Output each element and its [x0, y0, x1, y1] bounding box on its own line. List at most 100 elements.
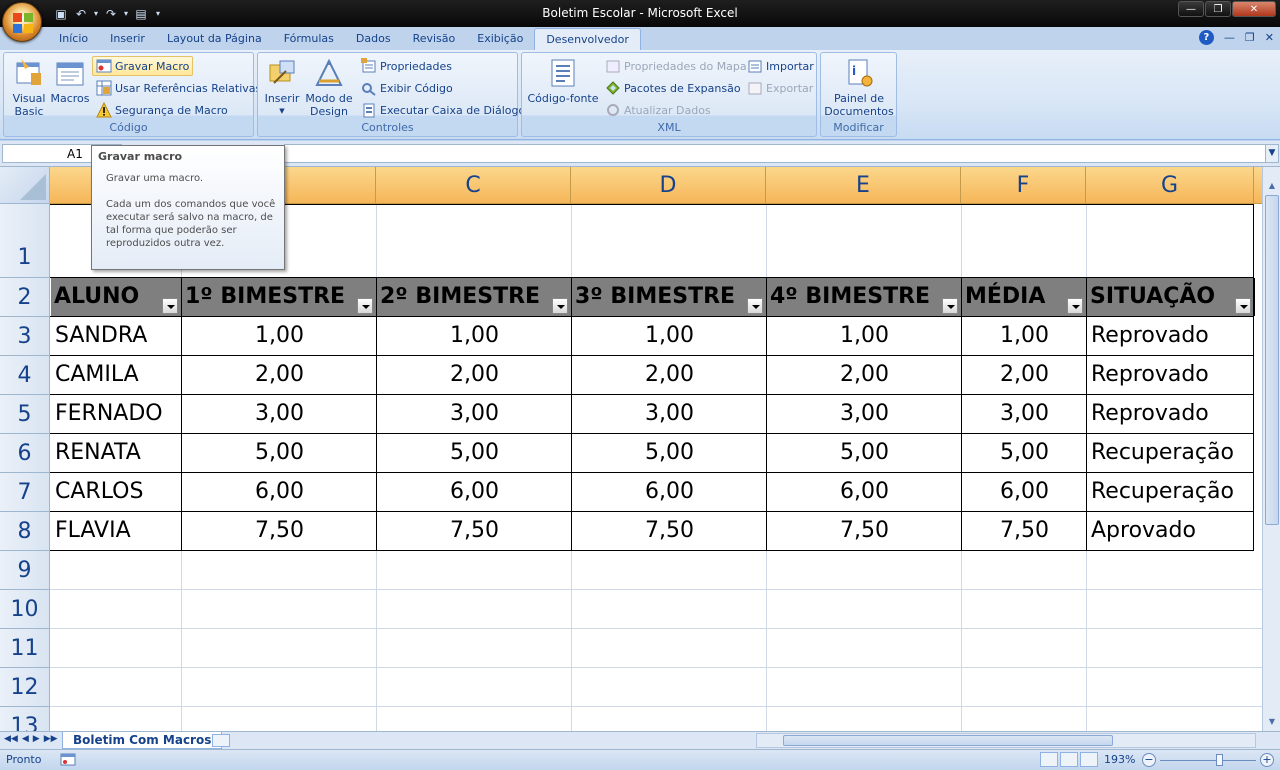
doc-minimize-icon[interactable]: — — [1224, 31, 1235, 44]
cell-4-bimestre[interactable]: 6,00 — [767, 473, 961, 511]
tab-exibicao[interactable]: Exibição — [466, 28, 534, 50]
cell-3-bimestre[interactable]: 6,00 — [572, 473, 766, 511]
macro-recording-icon[interactable] — [60, 753, 76, 766]
modo-de-design-button[interactable]: Modo de Design — [304, 57, 354, 118]
expand-formula-bar-icon[interactable]: ▼ — [1265, 144, 1279, 163]
column-header-f[interactable]: F — [961, 167, 1086, 204]
zoom-in-icon[interactable]: + — [1260, 753, 1274, 767]
propriedades-do-mapa-button[interactable]: Propriedades do Mapa — [602, 56, 750, 76]
cell-2-bimestre[interactable]: 6,00 — [377, 473, 571, 511]
minimize-button[interactable]: — — [1178, 1, 1204, 17]
row-header-8[interactable]: 8 — [0, 512, 50, 551]
cell-2-bimestre[interactable]: 2,00 — [377, 356, 571, 394]
doc-restore-icon[interactable]: ❐ — [1245, 31, 1255, 44]
cell-1-bimestre[interactable]: 1,00 — [182, 317, 376, 355]
table-header-2-bimestre[interactable]: 2º BIMESTRE — [377, 278, 572, 316]
cell-4-bimestre[interactable]: 7,50 — [767, 512, 961, 550]
row-header-6[interactable]: 6 — [0, 434, 50, 473]
filter-dropdown-icon[interactable] — [942, 298, 958, 314]
column-header-g[interactable]: G — [1086, 167, 1254, 204]
row-header-4[interactable]: 4 — [0, 356, 50, 395]
executar-caixa-de-dialogo-button[interactable]: Executar Caixa de Diálogo — [358, 100, 528, 120]
row-header-13[interactable]: 13 — [0, 707, 50, 731]
propriedades-button[interactable]: Propriedades — [358, 56, 455, 76]
pacotes-de-expansao-button[interactable]: Pacotes de Expansão — [602, 78, 744, 98]
cell-1-bimestre[interactable]: 6,00 — [182, 473, 376, 511]
row-header-7[interactable]: 7 — [0, 473, 50, 512]
cell-situacao[interactable]: Aprovado — [1087, 512, 1253, 550]
restore-button[interactable]: ❐ — [1205, 1, 1231, 17]
exportar-button[interactable]: Exportar — [744, 78, 816, 98]
cell-3-bimestre[interactable]: 3,00 — [572, 395, 766, 433]
cell-1-bimestre[interactable]: 3,00 — [182, 395, 376, 433]
cell-media[interactable]: 6,00 — [962, 473, 1086, 511]
cell-situacao[interactable]: Recuperação — [1087, 473, 1253, 511]
page-layout-view-icon[interactable] — [1060, 752, 1078, 767]
cell-1-bimestre[interactable]: 2,00 — [182, 356, 376, 394]
cell-media[interactable]: 7,50 — [962, 512, 1086, 550]
column-header-c[interactable]: C — [376, 167, 571, 204]
tab-revisao[interactable]: Revisão — [402, 28, 467, 50]
zoom-level[interactable]: 193% — [1104, 753, 1135, 766]
page-break-view-icon[interactable] — [1080, 752, 1098, 767]
filter-dropdown-icon[interactable] — [162, 298, 178, 314]
seguranca-de-macro-button[interactable]: Segurança de Macro — [93, 100, 231, 120]
gravar-macro-button[interactable]: Gravar Macro — [92, 56, 194, 76]
inserir-control-button[interactable]: Inserir ▼ — [262, 57, 302, 118]
insert-sheet-icon[interactable] — [212, 734, 230, 747]
cell-situacao[interactable]: Reprovado — [1087, 317, 1253, 355]
cell-situacao[interactable]: Reprovado — [1087, 356, 1253, 394]
cell-aluno[interactable]: SANDRA — [51, 317, 181, 355]
row-header-12[interactable]: 12 — [0, 668, 50, 707]
vertical-scroll-thumb[interactable] — [1265, 195, 1279, 525]
cell-situacao[interactable]: Recuperação — [1087, 434, 1253, 472]
cell-aluno[interactable]: CARLOS — [51, 473, 181, 511]
cell-4-bimestre[interactable]: 1,00 — [767, 317, 961, 355]
tab-layout-da-pagina[interactable]: Layout da Página — [156, 28, 273, 50]
cell-3-bimestre[interactable]: 2,00 — [572, 356, 766, 394]
horizontal-scroll-thumb[interactable] — [783, 735, 1113, 746]
row-header-5[interactable]: 5 — [0, 395, 50, 434]
tab-desenvolvedor[interactable]: Desenvolvedor — [534, 28, 641, 50]
column-header-d[interactable]: D — [571, 167, 766, 204]
filter-dropdown-icon[interactable] — [357, 298, 373, 314]
cell-media[interactable]: 3,00 — [962, 395, 1086, 433]
cell-aluno[interactable]: FLAVIA — [51, 512, 181, 550]
cell-1-bimestre[interactable]: 5,00 — [182, 434, 376, 472]
painel-de-documentos-button[interactable]: i Painel de Documentos — [823, 57, 895, 118]
cell-4-bimestre[interactable]: 3,00 — [767, 395, 961, 433]
importar-button[interactable]: Importar — [744, 56, 817, 76]
column-header-h[interactable] — [1254, 167, 1262, 204]
exibir-codigo-button[interactable]: Exibir Código — [358, 78, 456, 98]
table-header-3-bimestre[interactable]: 3º BIMESTRE — [572, 278, 767, 316]
row-header-10[interactable]: 10 — [0, 590, 50, 629]
cell-3-bimestre[interactable]: 1,00 — [572, 317, 766, 355]
cell-1-bimestre[interactable]: 7,50 — [182, 512, 376, 550]
filter-dropdown-icon[interactable] — [1235, 298, 1251, 314]
table-header-media[interactable]: MÉDIA — [962, 278, 1087, 316]
cell-3-bimestre[interactable]: 5,00 — [572, 434, 766, 472]
atualizar-dados-button[interactable]: Atualizar Dados — [602, 100, 714, 120]
cell-media[interactable]: 5,00 — [962, 434, 1086, 472]
cell-aluno[interactable]: RENATA — [51, 434, 181, 472]
zoom-out-icon[interactable]: − — [1142, 753, 1156, 767]
cell-4-bimestre[interactable]: 2,00 — [767, 356, 961, 394]
next-sheet-icon[interactable]: ▶ — [33, 734, 40, 744]
normal-view-icon[interactable] — [1040, 752, 1058, 767]
tab-inserir[interactable]: Inserir — [99, 28, 156, 50]
first-sheet-icon[interactable]: ◀◀ — [4, 734, 18, 744]
cell-situacao[interactable]: Reprovado — [1087, 395, 1253, 433]
prev-sheet-icon[interactable]: ◀ — [22, 734, 29, 744]
zoom-slider-thumb[interactable] — [1216, 754, 1223, 766]
doc-close-icon[interactable]: ✕ — [1265, 31, 1274, 44]
tab-formulas[interactable]: Fórmulas — [273, 28, 345, 50]
tab-inicio[interactable]: Início — [48, 28, 99, 50]
visual-basic-button[interactable]: Visual Basic — [8, 57, 50, 118]
scroll-up-icon[interactable]: ▲ — [1265, 179, 1279, 193]
row-header-3[interactable]: 3 — [0, 317, 50, 356]
scroll-down-icon[interactable]: ▼ — [1265, 715, 1279, 729]
row-header-1[interactable]: 1 — [0, 204, 50, 278]
cell-media[interactable]: 2,00 — [962, 356, 1086, 394]
cell-2-bimestre[interactable]: 3,00 — [377, 395, 571, 433]
horizontal-scrollbar[interactable] — [756, 733, 1256, 748]
